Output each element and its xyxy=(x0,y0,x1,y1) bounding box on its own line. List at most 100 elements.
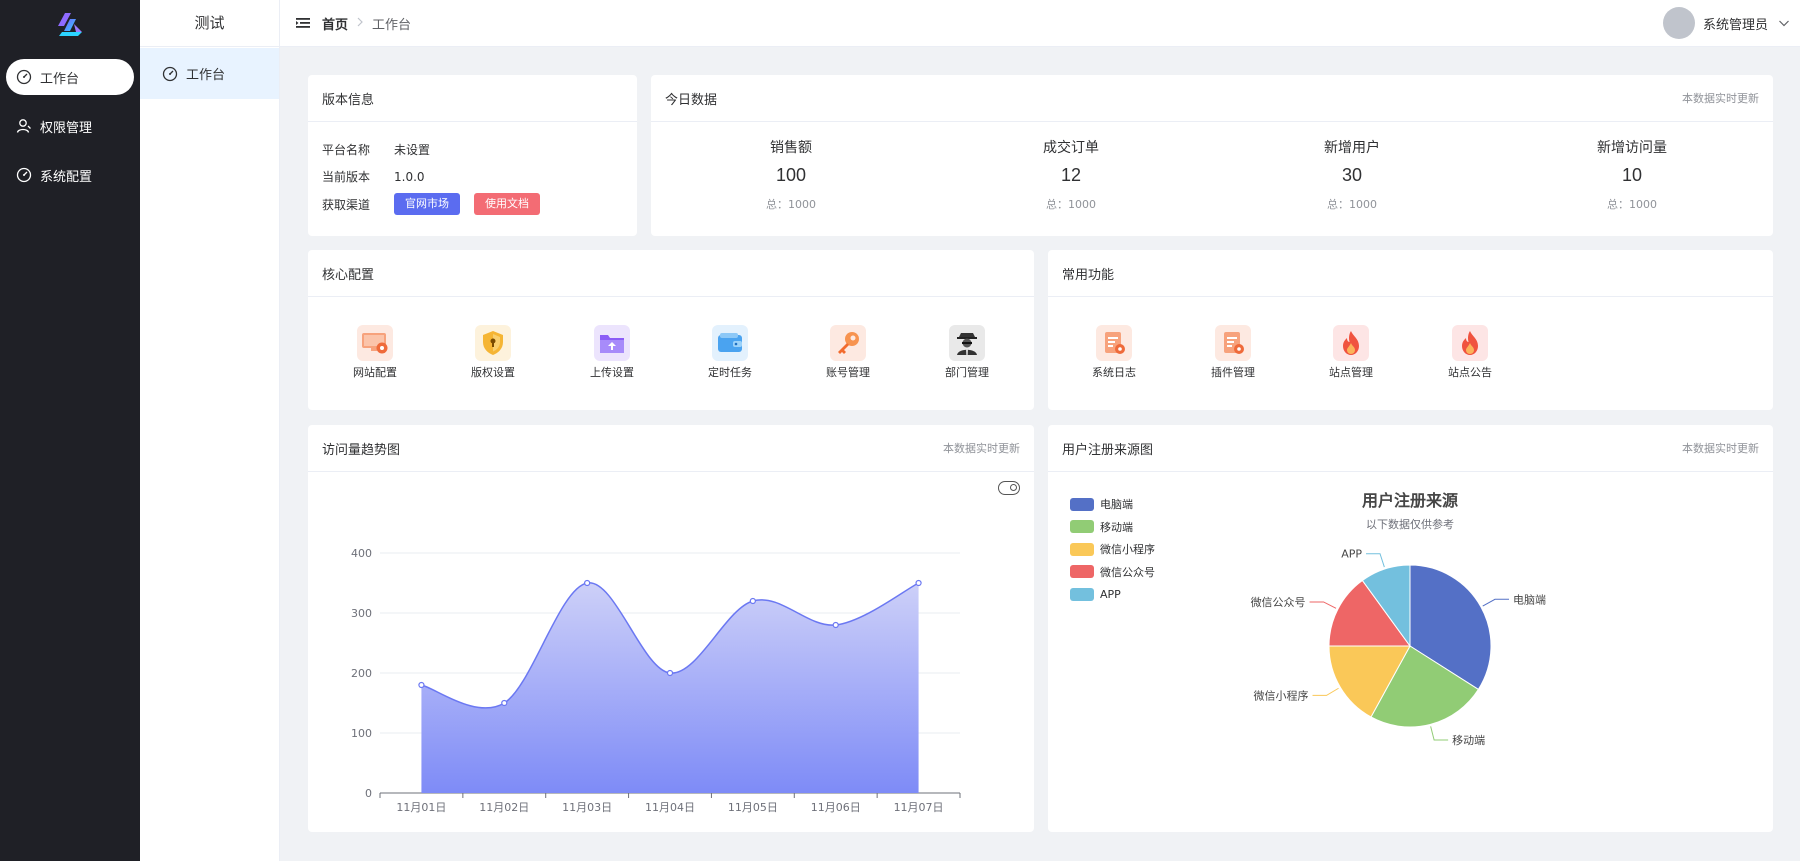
user-name: 系统管理员 xyxy=(1702,17,1768,33)
row-value: 1.0.0 xyxy=(394,169,425,184)
stat-new-visits: 新增访问量 10 总：1000 xyxy=(1492,137,1772,212)
logo[interactable] xyxy=(56,10,84,38)
stat-total: 总：1000 xyxy=(766,198,816,211)
sidebar-item-label: 系统配置 xyxy=(40,169,93,185)
user-icon xyxy=(16,118,32,134)
pie-chart: 用户注册来源以下数据仅供参考电脑端移动端 微信小程序 微信公众号 APP xyxy=(1251,491,1546,747)
department-management-shortcut[interactable]: 部门管理 xyxy=(927,325,1007,380)
platform-name-row: 平台名称 未设置 xyxy=(322,141,430,158)
stat-label: 新增访问量 xyxy=(1597,140,1667,156)
card-title: 用户注册来源图 xyxy=(1062,442,1154,458)
stat-new-users: 新增用户 30 总：1000 xyxy=(1212,137,1492,212)
stat-total: 总：1000 xyxy=(1327,198,1377,211)
docs-button[interactable]: 使用文档 xyxy=(474,193,540,215)
menu-fold-icon[interactable] xyxy=(296,16,310,30)
plugin-management-shortcut[interactable]: 插件管理 xyxy=(1193,325,1273,380)
breadcrumb: 首页 工作台 xyxy=(322,14,411,33)
label-leader-line xyxy=(1312,687,1339,696)
system-log-shortcut[interactable]: 系统日志 xyxy=(1074,325,1154,380)
row-value: 未设置 xyxy=(394,143,431,157)
upload-settings-shortcut[interactable]: 上传设置 xyxy=(572,325,652,380)
slice-label: 微信小程序 xyxy=(1254,688,1309,702)
stat-value: 10 xyxy=(1621,165,1643,185)
sidebar-item-system-config[interactable]: 系统配置 xyxy=(6,157,134,193)
label-leader-line xyxy=(1309,601,1337,609)
stat-sales: 销售额 100 总：1000 xyxy=(651,137,931,212)
stat-label: 销售额 xyxy=(770,140,812,156)
chevron-right-icon xyxy=(356,16,364,31)
official-market-button[interactable]: 官网市场 xyxy=(394,193,460,215)
x-tick-label: 11月02日 xyxy=(479,801,529,814)
shortcut-label: 站点公告 xyxy=(1448,366,1492,379)
registration-source-card: 用户注册来源图 本数据实时更新 电脑端 移动端 微信小程序 微信公众号 APP 用户注册… xyxy=(1048,425,1773,832)
x-tick-label: 11月06日 xyxy=(811,801,861,814)
site-management-shortcut[interactable]: 站点管理 xyxy=(1311,325,1391,380)
core-config-card: 核心配置 网站配置 版权设置 上传设置 定时任务 账号管理 部门管理 xyxy=(308,250,1034,410)
scheduled-tasks-shortcut[interactable]: 定时任务 xyxy=(690,325,770,380)
sidebar-item-permissions[interactable]: 权限管理 xyxy=(6,108,134,144)
pie-subtitle: 以下数据仅供参考 xyxy=(1366,517,1454,531)
copyright-settings-shortcut[interactable]: 版权设置 xyxy=(453,325,533,380)
shortcut-label: 插件管理 xyxy=(1211,366,1255,379)
dashboard-icon xyxy=(162,66,178,82)
sidebar-item-label: 权限管理 xyxy=(40,120,93,136)
data-point xyxy=(501,699,508,707)
x-tick-label: 11月07日 xyxy=(894,801,944,814)
slice-label: 电脑端 xyxy=(1513,593,1546,606)
shortcut-label: 版权设置 xyxy=(471,366,515,379)
stat-value: 100 xyxy=(775,165,807,185)
data-point xyxy=(915,579,922,587)
shortcut-label: 上传设置 xyxy=(590,366,634,379)
y-tick-label: 100 xyxy=(351,727,372,740)
version-card: 版本信息 平台名称 未设置 当前版本 1.0.0 获取渠道 官网市场 使用文档 xyxy=(308,75,637,236)
version-row: 当前版本 1.0.0 xyxy=(322,168,425,185)
avatar[interactable] xyxy=(1662,7,1695,39)
data-point xyxy=(584,579,591,587)
row-key: 平台名称 xyxy=(322,143,371,157)
sidebar: 工作台 权限管理 系统配置 xyxy=(0,0,140,861)
x-tick-label: 11月03日 xyxy=(562,801,612,814)
card-note: 本数据实时更新 xyxy=(943,442,1020,455)
label-leader-line xyxy=(1430,726,1449,741)
stat-value: 12 xyxy=(1060,165,1082,185)
key-icon xyxy=(830,325,866,361)
submenu: 测试 工作台 xyxy=(140,0,280,861)
shortcut-label: 定时任务 xyxy=(708,366,752,379)
shield-icon xyxy=(475,325,511,361)
trend-chart: 0 100 200 300 400 11月01日 11月02日 11月03日 11月04日 11月… xyxy=(351,547,961,814)
pie-title: 用户注册来源 xyxy=(1362,491,1458,510)
stat-total: 总：1000 xyxy=(1607,198,1657,211)
common-functions-card: 常用功能 系统日志 插件管理 站点管理 站点公告 xyxy=(1048,250,1773,410)
sidebar-item-workbench[interactable]: 工作台 xyxy=(6,59,134,95)
shortcut-label: 网站配置 xyxy=(353,366,397,379)
slice-label: APP xyxy=(1341,548,1362,561)
card-title: 今日数据 xyxy=(665,92,718,108)
card-title: 常用功能 xyxy=(1062,267,1115,283)
today-data-card: 今日数据 本数据实时更新 销售额 100 总：1000 成交订单 12 总：10… xyxy=(651,75,1773,236)
account-management-shortcut[interactable]: 账号管理 xyxy=(808,325,888,380)
y-tick-label: 200 xyxy=(351,667,372,680)
shortcut-label: 部门管理 xyxy=(945,366,989,379)
breadcrumb-home[interactable]: 首页 xyxy=(322,14,348,33)
shortcut-label: 账号管理 xyxy=(826,366,870,379)
submenu-item-workbench[interactable]: 工作台 xyxy=(140,48,279,99)
visit-trend-card: 访问量趋势图 本数据实时更新 0 100 200 300 400 11月01日 11月02日… xyxy=(308,425,1034,832)
dashboard-icon xyxy=(16,167,32,183)
x-tick-label: 11月05日 xyxy=(728,801,778,814)
area-fill xyxy=(421,582,919,793)
slice-label: 微信公众号 xyxy=(1251,595,1306,609)
user-menu[interactable]: 系统管理员 xyxy=(1662,7,1790,39)
fire-icon xyxy=(1333,325,1369,361)
data-point xyxy=(666,669,674,677)
x-tick-label: 11月04日 xyxy=(645,801,695,814)
y-tick-label: 300 xyxy=(351,607,372,620)
site-announcement-shortcut[interactable]: 站点公告 xyxy=(1430,325,1510,380)
label-leader-line xyxy=(1366,553,1385,568)
card-title: 版本信息 xyxy=(322,92,375,108)
stat-total: 总：1000 xyxy=(1046,198,1096,211)
submenu-title: 测试 xyxy=(140,0,279,47)
agent-icon xyxy=(949,325,985,361)
stat-value: 30 xyxy=(1341,165,1363,185)
sidebar-item-label: 工作台 xyxy=(40,71,80,87)
site-config-shortcut[interactable]: 网站配置 xyxy=(335,325,415,380)
